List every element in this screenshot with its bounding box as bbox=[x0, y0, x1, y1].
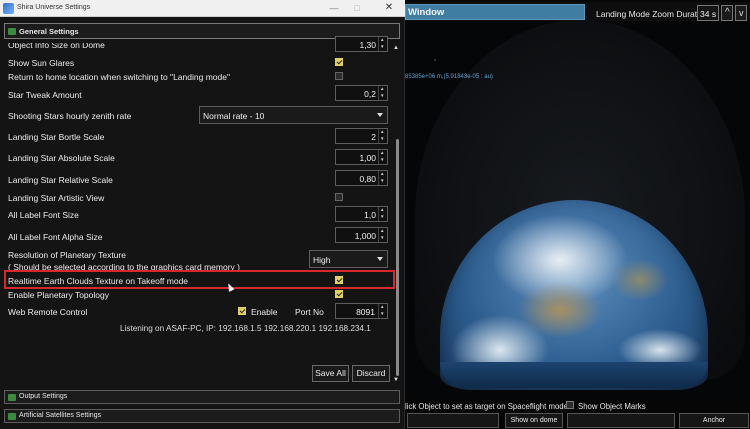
topology-label: Enable Planetary Topology bbox=[8, 290, 109, 300]
bortle-scale-value: 2 bbox=[371, 132, 376, 142]
label-font-size-value: 1,0 bbox=[364, 210, 376, 220]
label-font-alpha-value: 1,000 bbox=[354, 231, 376, 241]
zoom-duration-field[interactable]: 34 s bbox=[697, 5, 719, 21]
label-font-alpha-spinner[interactable]: 1,000 bbox=[335, 227, 388, 243]
clouds-texture-checkbox[interactable] bbox=[335, 276, 343, 284]
port-label: Port No bbox=[295, 307, 324, 317]
maximize-button[interactable]: □ bbox=[344, 0, 370, 16]
zoom-duration-label: Landing Mode Zoom Duration bbox=[596, 9, 709, 19]
settings-panel-icon bbox=[8, 28, 16, 35]
planet-texture-value: High bbox=[313, 255, 331, 265]
label-font-size-label: All Label Font Size bbox=[8, 210, 79, 220]
spinner-arrows-icon[interactable] bbox=[378, 304, 387, 318]
show-on-dome-button[interactable]: Show on dome bbox=[505, 413, 563, 428]
shooting-stars-label: Shooting Stars hourly zenith rate bbox=[8, 111, 132, 121]
scrollbar-thumb[interactable] bbox=[396, 139, 399, 376]
spinner-arrows-icon[interactable] bbox=[378, 171, 387, 185]
relative-scale-value: 0,80 bbox=[359, 174, 376, 184]
relative-scale-label: Landing Star Relative Scale bbox=[8, 175, 113, 185]
chevron-down-icon bbox=[377, 257, 383, 261]
scroll-down-arrow-icon[interactable]: ▼ bbox=[393, 377, 399, 383]
absolute-scale-label: Landing Star Absolute Scale bbox=[8, 153, 115, 163]
bortle-scale-label: Landing Star Bortle Scale bbox=[8, 132, 105, 142]
port-spinner[interactable]: 8091 bbox=[335, 303, 388, 319]
output-settings-label: Output Settings bbox=[19, 393, 68, 400]
web-remote-enable-checkbox[interactable] bbox=[238, 307, 246, 315]
title-bar: Shira Universe Settings — □ ✕ bbox=[0, 0, 405, 17]
coordinate-readout: 85385e+06 m,(5.91843e-05 : au) bbox=[405, 74, 493, 80]
spinner-arrows-icon[interactable] bbox=[378, 129, 387, 143]
satellites-settings-label: Artificial Satellites Settings bbox=[19, 412, 102, 419]
spinner-arrows-icon[interactable] bbox=[378, 86, 387, 100]
show-sun-glares-label: Show Sun Glares bbox=[8, 58, 75, 68]
label-font-alpha-label: All Label Font Alpha Size bbox=[8, 232, 103, 242]
port-value: 8091 bbox=[356, 307, 375, 317]
absolute-scale-value: 1,00 bbox=[359, 153, 376, 163]
listening-info: Listening on ASAF-PC, IP: 192.168.1.5 19… bbox=[120, 324, 371, 333]
star-tweak-spinner[interactable]: 0,2 bbox=[335, 85, 388, 101]
settings-panel-icon bbox=[8, 394, 16, 401]
output-settings-header[interactable]: Output Settings bbox=[4, 390, 400, 404]
shooting-stars-dropdown[interactable]: Normal rate - 10 bbox=[199, 106, 388, 124]
bortle-scale-spinner[interactable]: 2 bbox=[335, 128, 388, 144]
show-sun-glares-checkbox[interactable] bbox=[335, 58, 343, 66]
planetarium-viewport[interactable]: Window Landing Mode Zoom Duration 34 s 8… bbox=[405, 0, 750, 429]
window-title: Shira Universe Settings bbox=[17, 4, 91, 11]
object-info-size-label: Object Info Size on Dome bbox=[8, 40, 105, 50]
web-remote-label: Web Remote Control bbox=[8, 307, 88, 317]
absolute-scale-spinner[interactable]: 1,00 bbox=[335, 149, 388, 165]
show-object-marks-label: Show Object Marks bbox=[578, 402, 646, 411]
label-font-size-spinner[interactable]: 1,0 bbox=[335, 206, 388, 222]
anchor-button[interactable]: Anchor bbox=[679, 413, 749, 428]
satellites-settings-header[interactable]: Artificial Satellites Settings bbox=[4, 409, 400, 423]
relative-scale-spinner[interactable]: 0,80 bbox=[335, 170, 388, 186]
artistic-view-checkbox[interactable] bbox=[335, 193, 343, 201]
spinner-arrows-icon[interactable] bbox=[378, 37, 387, 51]
artistic-view-label: Landing Star Artistic View bbox=[8, 193, 105, 203]
viewport-button-middle[interactable] bbox=[567, 413, 675, 428]
save-all-button[interactable]: Save All bbox=[312, 365, 349, 382]
object-info-size-spinner[interactable]: 1,30 bbox=[335, 36, 388, 52]
planet-texture-dropdown[interactable]: High bbox=[309, 250, 388, 268]
window-tab-label: Window bbox=[408, 7, 445, 18]
spinner-arrows-icon[interactable] bbox=[378, 150, 387, 164]
viewport-button-left[interactable] bbox=[407, 413, 499, 428]
app-icon bbox=[3, 3, 14, 14]
discard-button[interactable]: Discard bbox=[352, 365, 390, 382]
planet-texture-label: Resolution of Planetary Texture bbox=[8, 250, 126, 260]
show-object-marks-checkbox[interactable] bbox=[566, 401, 574, 409]
window-tab[interactable]: Window bbox=[405, 4, 585, 20]
close-button[interactable]: ✕ bbox=[376, 0, 402, 16]
return-home-checkbox[interactable] bbox=[335, 72, 343, 80]
shooting-stars-value: Normal rate - 10 bbox=[203, 111, 265, 121]
satellite-icon bbox=[8, 413, 16, 420]
general-settings-label: General Settings bbox=[19, 27, 79, 36]
zoom-increase-button[interactable] bbox=[721, 5, 733, 21]
viewport-header: Window Landing Mode Zoom Duration 34 s bbox=[405, 2, 750, 21]
scroll-up-arrow-icon[interactable]: ▲ bbox=[393, 45, 399, 51]
settings-dialog: Shira Universe Settings — □ ✕ General Se… bbox=[0, 0, 405, 429]
chevron-down-icon bbox=[377, 113, 383, 117]
star-tweak-label: Star Tweak Amount bbox=[8, 90, 82, 100]
web-remote-enable-label: Enable bbox=[251, 307, 278, 317]
object-info-size-value: 1,30 bbox=[359, 40, 376, 50]
clouds-texture-label: Realtime Earth Clouds Texture on Takeoff… bbox=[8, 276, 189, 286]
spinner-arrows-icon[interactable] bbox=[378, 228, 387, 242]
star-tweak-value: 0,2 bbox=[364, 89, 376, 99]
zoom-duration-value: 34 s bbox=[700, 9, 717, 19]
earth-base bbox=[440, 362, 708, 388]
select-target-hint: lick Object to set as target on Spacefli… bbox=[405, 402, 568, 411]
topology-checkbox[interactable] bbox=[335, 290, 343, 298]
spinner-arrows-icon[interactable] bbox=[378, 207, 387, 221]
return-home-label: Return to home location when switching t… bbox=[8, 72, 230, 82]
zoom-decrease-button[interactable] bbox=[735, 5, 747, 21]
